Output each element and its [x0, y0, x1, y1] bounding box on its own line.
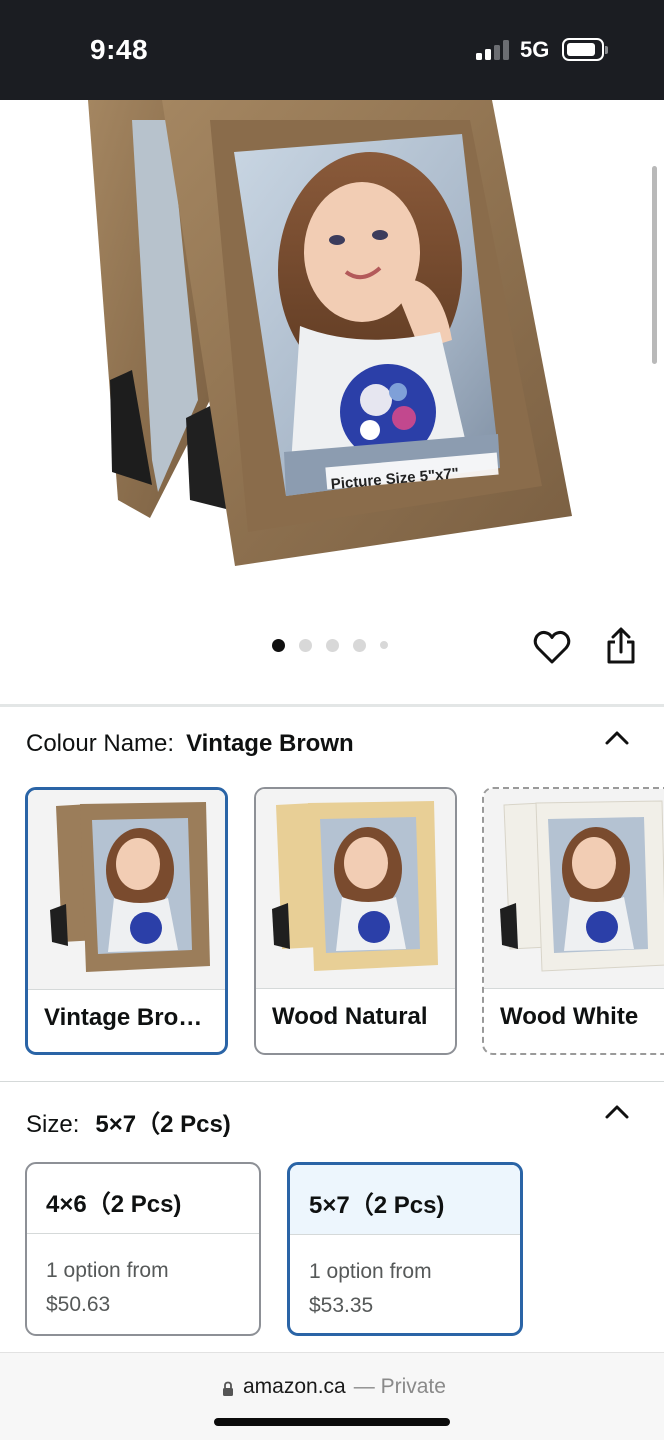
swatch-thumbnail [256, 789, 455, 989]
url-separator: — [353, 1375, 375, 1398]
swatch-thumbnail [484, 789, 664, 989]
carousel-dot-3[interactable] [326, 638, 339, 652]
size-option-title: 4×6（2 Pcs) [27, 1164, 259, 1234]
heart-icon[interactable] [532, 628, 572, 668]
status-bar: 9:48 5G [0, 0, 664, 100]
carousel-dot-4[interactable] [353, 638, 366, 652]
home-indicator[interactable] [214, 1418, 450, 1426]
url-private-mode: Private [380, 1375, 446, 1398]
colour-option-label: Wood White [500, 1003, 639, 1030]
size-option-availability: 1 option from [46, 1259, 169, 1282]
section-divider [0, 704, 664, 707]
carousel-dot-2[interactable] [299, 638, 312, 652]
carousel-dots[interactable] [272, 638, 402, 652]
size-label: Size: [26, 1111, 80, 1138]
signal-icon [476, 40, 510, 60]
picture-frames-illustration: Picture Size 5"x7" [88, 100, 572, 566]
share-icon[interactable] [604, 626, 638, 666]
url-domain: amazon.ca [243, 1375, 346, 1398]
size-option-title: 5×7（2 Pcs) [290, 1165, 520, 1235]
size-option-availability: 1 option from [309, 1260, 432, 1283]
colour-option-wood-natural[interactable]: Wood Natural [254, 787, 457, 1055]
chevron-up-icon[interactable] [604, 1104, 630, 1120]
colour-option-label: Vintage Bro… [44, 1004, 203, 1031]
carousel-dot-5[interactable] [380, 641, 388, 649]
section-divider [0, 1081, 664, 1082]
url-display[interactable]: amazon.ca — Private [222, 1375, 446, 1399]
size-header: Size: 5×7（2 Pcs) [26, 1104, 231, 1139]
scroll-indicator [652, 166, 657, 364]
status-time: 9:48 [90, 34, 149, 65]
carousel-dot-1[interactable] [272, 638, 285, 652]
size-option-5x7[interactable]: 5×7（2 Pcs) 1 option from $53.35 [287, 1162, 523, 1336]
colour-option-label: Wood Natural [272, 1003, 428, 1030]
colour-label: Colour Name: [26, 730, 175, 757]
battery-icon [562, 38, 608, 61]
product-image[interactable]: Picture Size 5"x7" [0, 100, 664, 600]
size-option-price: $50.63 [46, 1293, 111, 1316]
colour-header: Colour Name: Vintage Brown [26, 730, 354, 758]
size-option-4x6[interactable]: 4×6（2 Pcs) 1 option from $50.63 [25, 1162, 261, 1336]
size-option-price: $53.35 [309, 1294, 374, 1317]
chevron-up-icon[interactable] [604, 730, 630, 746]
colour-option-wood-white[interactable]: Wood White [482, 787, 664, 1055]
swatch-thumbnail [28, 790, 225, 990]
size-selected-value: 5×7（2 Pcs) [95, 1111, 231, 1138]
colour-selected-value: Vintage Brown [186, 730, 354, 757]
lock-icon [222, 1379, 234, 1396]
colour-option-vintage-brown[interactable]: Vintage Bro… [25, 787, 228, 1055]
network-label: 5G [520, 37, 550, 62]
url-bar[interactable]: amazon.ca — Private [0, 1352, 664, 1440]
